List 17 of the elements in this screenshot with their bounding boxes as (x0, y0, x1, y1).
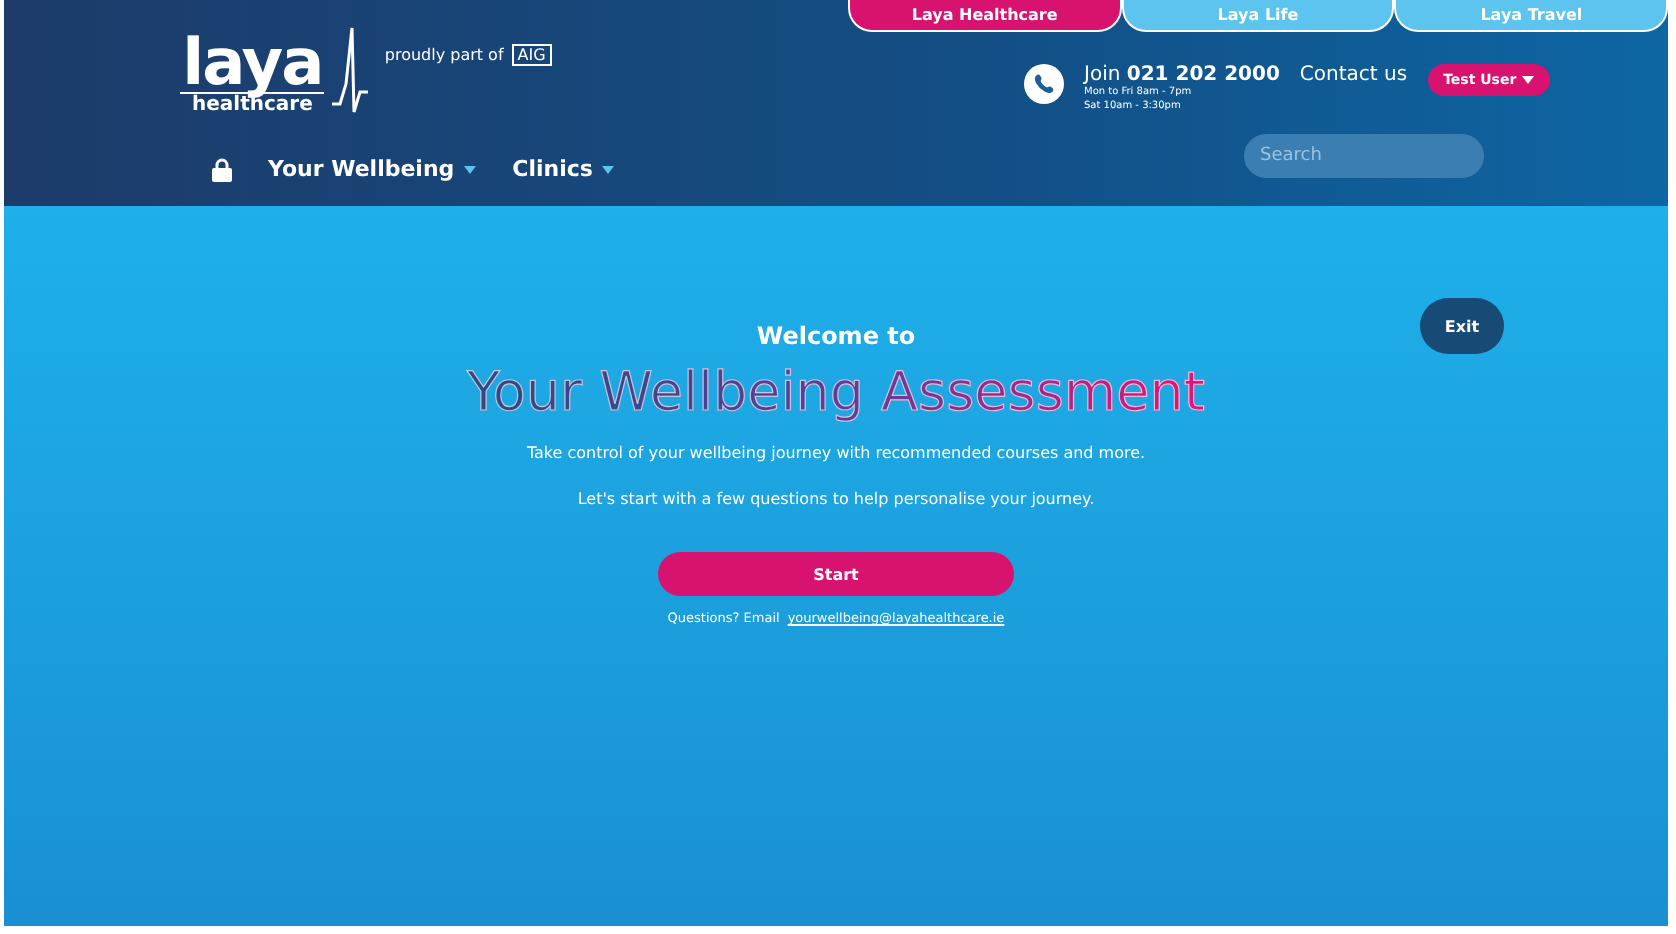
contact-link[interactable]: Contact us (1299, 64, 1408, 86)
partner-text: proudly part of (384, 46, 504, 64)
phone-icon[interactable] (1024, 64, 1064, 104)
caret-icon (1522, 76, 1535, 84)
search-field[interactable]: Search (1244, 134, 1484, 178)
welcome-text: Welcome to (756, 322, 916, 350)
logo[interactable]: laya healthcare (180, 24, 369, 116)
partner-logo: AIG (511, 44, 552, 66)
lock-icon[interactable] (212, 157, 232, 181)
intro-text: Take control of your wellbeing journey with recommended courses and more. (526, 444, 1146, 462)
nav-menu-item[interactable]: Clinics (512, 156, 615, 182)
intro-text: Let's start with a few questions to help personalise your journey. (577, 490, 1095, 508)
phone-number: Join 021 202 2000 (1084, 64, 1280, 86)
start-button[interactable]: Start (658, 552, 1014, 596)
brand-tab[interactable]: Laya Healthcare (848, 0, 1122, 32)
nav-menu-item[interactable]: Your Wellbeing (268, 156, 477, 182)
exit-button[interactable]: Exit (1420, 298, 1504, 354)
